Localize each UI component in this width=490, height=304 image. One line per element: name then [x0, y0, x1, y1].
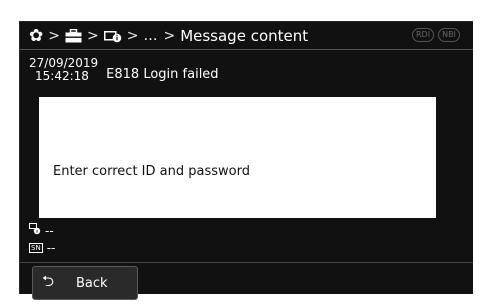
- message-header: 27/09/2019 15:42:18 E818 Login failed: [29, 57, 219, 83]
- gear-icon[interactable]: ✿: [29, 27, 43, 45]
- message-timestamp: 27/09/2019 15:42:18: [29, 57, 98, 83]
- toolbox-icon[interactable]: [65, 29, 82, 43]
- page-title: Message content: [180, 27, 309, 45]
- message-time: 15:42:18: [35, 69, 89, 83]
- header-bar: ✿ > > > … > Message content RDI NBI: [20, 22, 473, 50]
- nbi-mode-indicator: NBI: [438, 28, 460, 42]
- serial-number-row: SN --: [29, 241, 55, 255]
- serial-number-icon: SN: [29, 243, 43, 253]
- footer-divider: [20, 262, 473, 263]
- breadcrumb-ellipsis[interactable]: …: [143, 28, 158, 44]
- device-info-value: --: [45, 223, 54, 238]
- device-info-row: --: [29, 223, 54, 238]
- back-button-label: Back: [76, 275, 108, 291]
- serial-number-value: --: [46, 241, 56, 255]
- breadcrumb-separator: >: [163, 28, 176, 44]
- rdi-mode-indicator: RDI: [412, 28, 435, 42]
- mode-indicators: RDI NBI: [412, 28, 460, 42]
- breadcrumb-separator: >: [86, 28, 99, 44]
- return-arrow-icon: ⮌: [42, 271, 55, 290]
- breadcrumb-separator: >: [126, 28, 139, 44]
- back-button[interactable]: ⮌ Back: [32, 266, 138, 300]
- breadcrumb-separator: >: [48, 28, 60, 44]
- error-code-title: E818 Login failed: [106, 67, 219, 82]
- message-body-box: Enter correct ID and password: [39, 97, 436, 218]
- message-date: 27/09/2019: [29, 56, 99, 70]
- message-screen: ✿ > > > … > Message content RDI NBI 27/0…: [19, 21, 473, 300]
- breadcrumb: ✿ > > > … > Message content: [29, 26, 308, 46]
- message-body: Enter correct ID and password: [53, 164, 250, 179]
- device-info-small-icon: [29, 223, 41, 238]
- device-info-icon[interactable]: [103, 29, 122, 43]
